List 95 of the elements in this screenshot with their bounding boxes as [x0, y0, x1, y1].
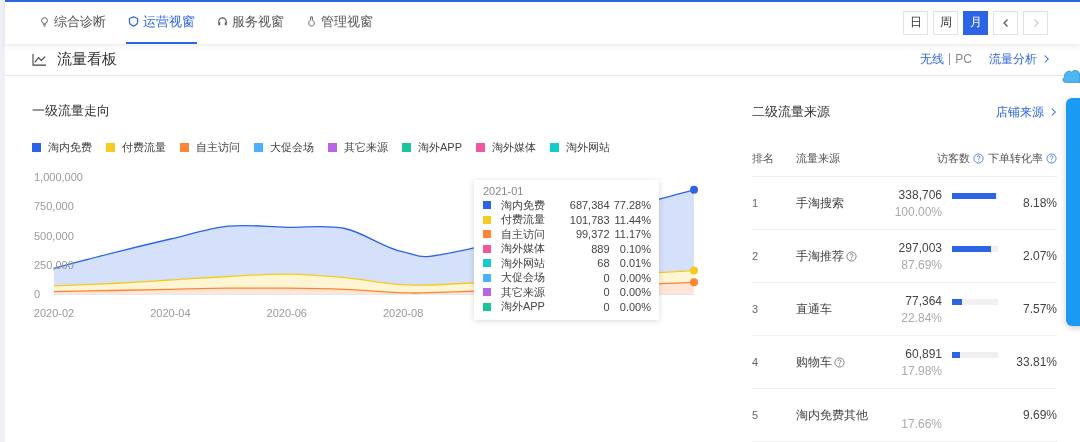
help-icon[interactable] [846, 250, 857, 262]
rank-cell: 5 [752, 409, 759, 421]
rank-cell: 1 [752, 197, 759, 209]
tooltip-value: 0 [602, 271, 610, 284]
source-cell: 直通车 [796, 300, 832, 318]
tooltip-label: 淘外APP [500, 299, 546, 315]
tooltip-label: 付费流量 [500, 212, 546, 228]
legend-label[interactable]: 淘内免费 [48, 140, 92, 155]
help-icon[interactable] [834, 356, 845, 368]
lightbulb-icon [39, 16, 50, 28]
traffic-analysis-link[interactable]: 流量分析 [989, 50, 1050, 68]
legend-label[interactable]: 大促会场 [270, 140, 314, 155]
x-tick-label: 2020-06 [266, 307, 307, 319]
tooltip-value: 99,372 [574, 228, 610, 241]
tooltip-value: 0 [602, 300, 610, 313]
tooltip-value: 687,384 [568, 199, 610, 212]
tooltip-share: 11.17% [613, 228, 651, 241]
rank-cell: 2 [752, 250, 759, 262]
legend-label[interactable]: 自主访问 [196, 140, 240, 155]
legend-label[interactable]: 淘外APP [418, 140, 462, 155]
visitor-share: 22.84% [901, 310, 942, 325]
conversion-cell: 8.18% [1022, 196, 1057, 210]
conversion-cell: 7.57% [1022, 302, 1057, 316]
rank-cell: 4 [752, 356, 759, 368]
x-tick-label: 2020-08 [382, 307, 424, 319]
headset-icon [217, 16, 228, 28]
tooltip-share: 77.28% [612, 199, 651, 212]
legend-label[interactable]: 其它来源 [344, 140, 388, 155]
tab[interactable]: 综合诊断 [37, 2, 108, 44]
column-header: 流量来源 [796, 151, 840, 166]
tooltip-share: 0.00% [618, 286, 651, 299]
chevron-right-icon [1043, 54, 1050, 65]
tab[interactable]: 运营视窗 [126, 2, 197, 44]
line-chart-icon [32, 52, 47, 66]
source-cell: 手淘搜索 [796, 194, 844, 212]
bottle-icon [306, 16, 317, 28]
conversion-cell: 9.69% [1022, 408, 1057, 422]
tab[interactable]: 服务视窗 [215, 2, 286, 44]
y-tick-label: 0 [34, 288, 41, 300]
shop-source-link[interactable]: 店铺来源 [996, 103, 1057, 121]
column-header: 排名 [752, 151, 774, 166]
previous-button[interactable] [993, 10, 1018, 35]
tooltip-label: 其它来源 [500, 284, 546, 300]
x-tick-label: 2020-02 [33, 307, 75, 319]
rank-cell: 3 [752, 303, 759, 315]
tooltip-value: 68 [596, 257, 610, 270]
source-cell: 购物车 [796, 353, 832, 371]
source-cell: 手淘推荐 [796, 247, 844, 265]
period-button[interactable]: 日 [903, 10, 928, 35]
x-tick-label: 2020-04 [150, 307, 191, 319]
visitor-count: 338,706 [898, 187, 942, 202]
legend-label[interactable]: 付费流量 [122, 140, 166, 155]
help-icon[interactable] [973, 153, 984, 164]
tooltip-label: 淘内免费 [500, 197, 546, 213]
help-icon[interactable] [1046, 153, 1057, 164]
section-title: 二级流量来源 [752, 103, 830, 121]
chevron-right-icon [1050, 107, 1057, 117]
y-tick-label: 1,000,000 [34, 171, 83, 183]
tooltip-share: 0.00% [618, 271, 651, 284]
tooltip-label: 淘外媒体 [500, 241, 546, 257]
tooltip-share: 11.44% [613, 213, 651, 226]
terminal-option[interactable]: 无线 [915, 53, 950, 66]
source-cell: 淘内免费其他 [796, 406, 868, 424]
tooltip-share: 0.01% [618, 257, 651, 270]
tooltip-label: 大促会场 [500, 270, 546, 286]
tooltip-value: 0 [602, 286, 610, 299]
tooltip-share: 0.10% [618, 242, 651, 255]
period-button[interactable]: 周 [933, 10, 958, 35]
period-button[interactable]: 月 [963, 10, 988, 35]
visitor-count: 60,891 [905, 346, 942, 361]
board-title: 流量看板 [57, 49, 117, 69]
section-title: 一级流量走向 [32, 102, 111, 120]
visitor-count: 77,364 [905, 293, 942, 308]
tooltip-value: 889 [590, 242, 610, 255]
visitor-share: 87.69% [901, 257, 942, 272]
visitor-count: 297,003 [898, 240, 942, 255]
tooltip-title: 2021-01 [483, 185, 525, 197]
tooltip-label: 自主访问 [500, 226, 546, 242]
conversion-cell: 2.07% [1022, 249, 1057, 263]
visitor-share: 17.98% [901, 363, 942, 378]
legend-label[interactable]: 淘外媒体 [492, 140, 536, 155]
tooltip-value: 101,783 [568, 213, 610, 226]
legend-label[interactable]: 淘外网站 [566, 140, 610, 155]
terminal-option[interactable]: PC [949, 53, 977, 66]
tooltip-label: 淘外网站 [500, 255, 546, 271]
shield-icon [128, 16, 139, 28]
visitor-share: 17.66% [901, 416, 942, 431]
tab[interactable]: 管理视窗 [304, 2, 375, 44]
tooltip-share: 0.00% [618, 300, 651, 313]
column-header: 下单转化率 [988, 151, 1043, 166]
y-tick-label: 750,000 [34, 200, 74, 213]
conversion-cell: 33.81% [1016, 355, 1057, 369]
visitor-share: 100.00% [894, 204, 942, 219]
y-tick-label: 500,000 [34, 229, 74, 242]
column-header: 访客数 [937, 151, 970, 166]
